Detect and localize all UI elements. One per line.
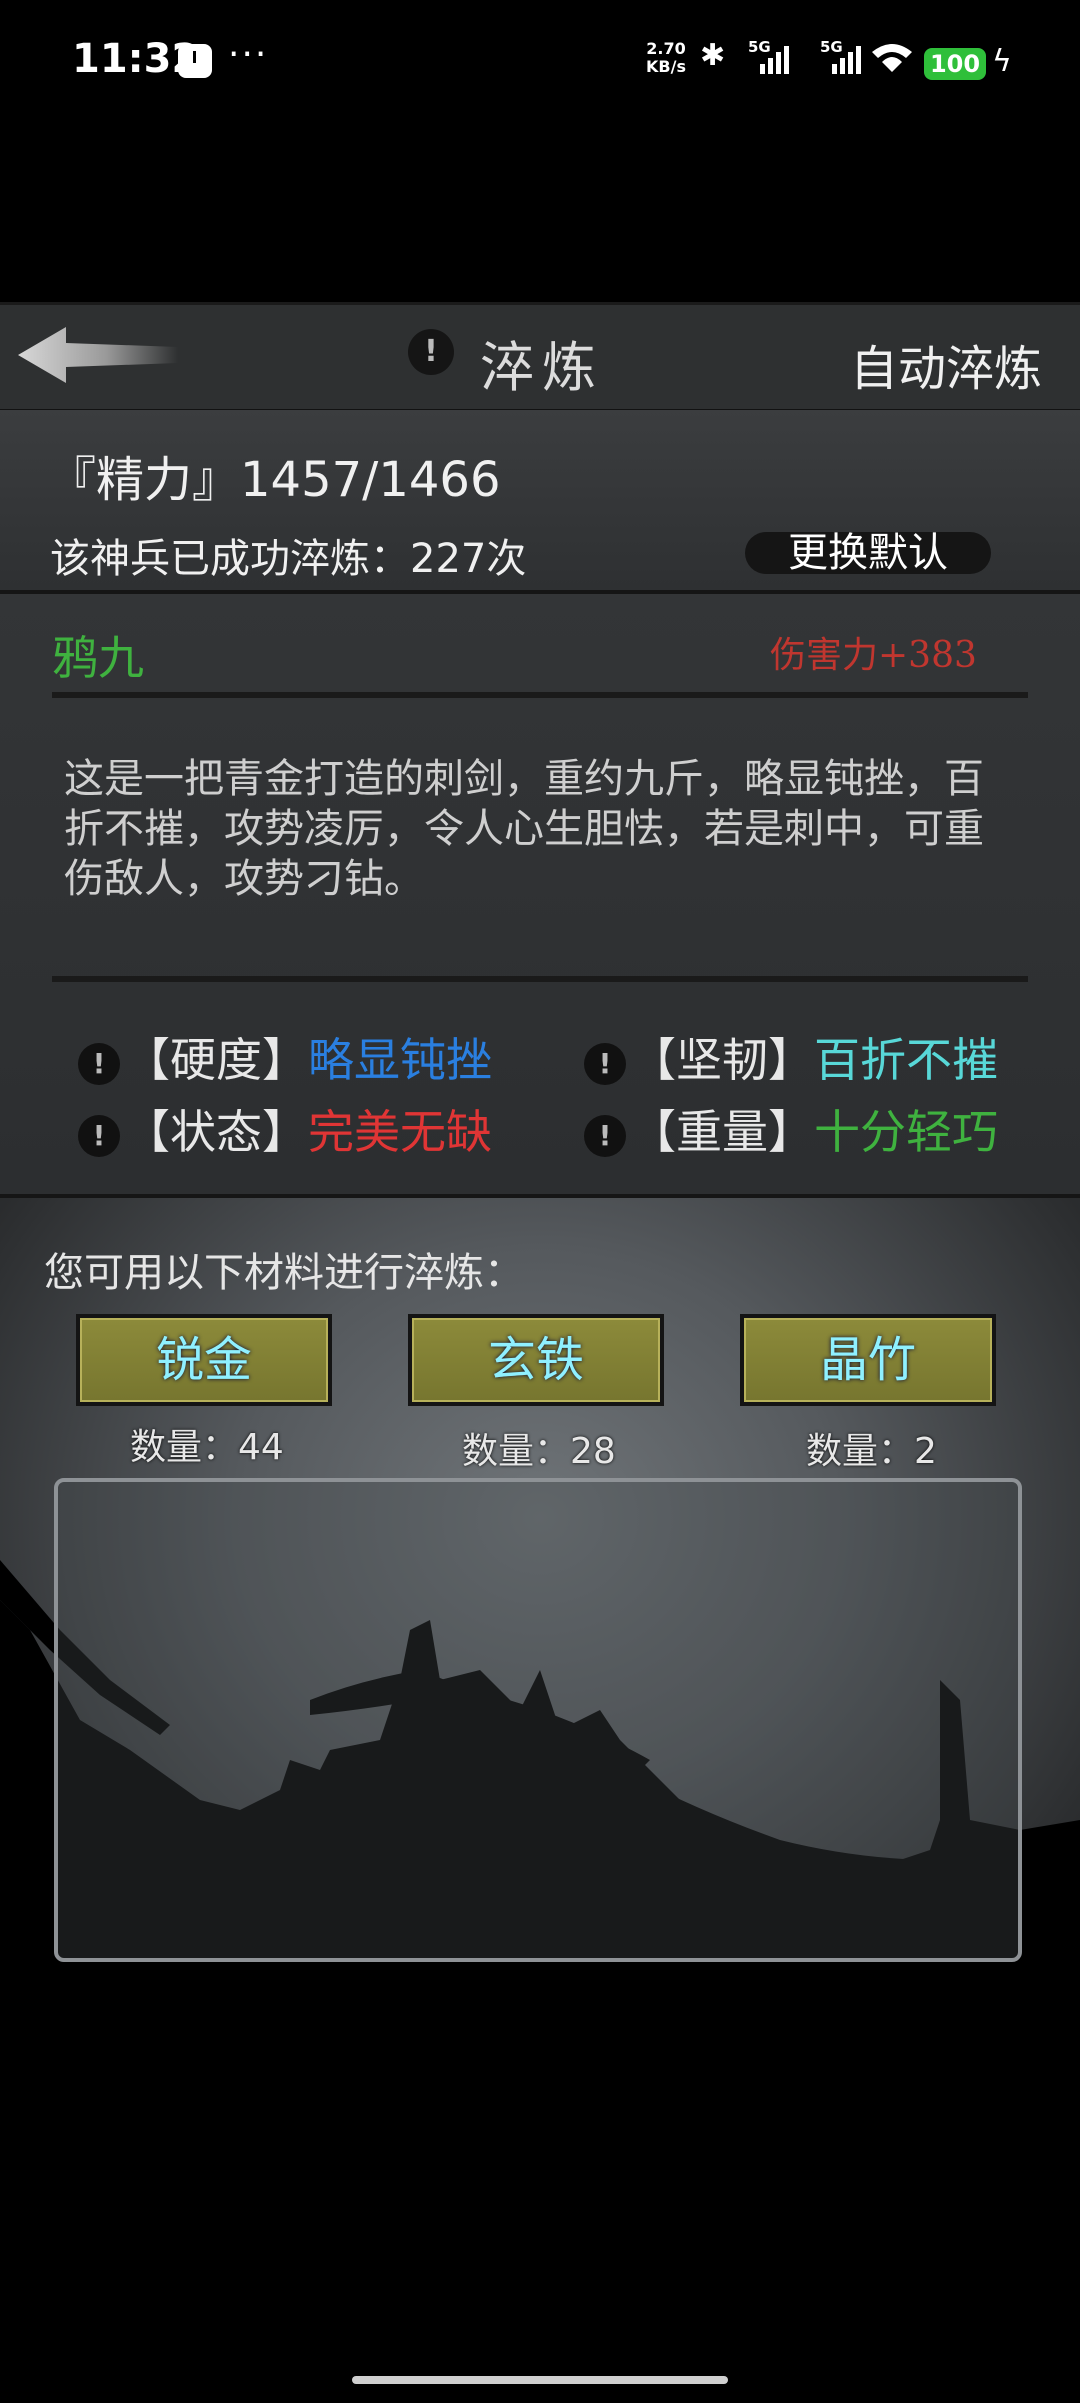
clock-icon: [178, 44, 212, 78]
top-bar: ! 淬炼 自动淬炼: [0, 302, 1080, 413]
change-default-button[interactable]: 更换默认: [745, 532, 991, 574]
signal-icon-2: 5G: [820, 38, 864, 74]
net-speed-value: 2.70: [646, 39, 686, 58]
property-state: ! 【状态】完美无缺: [78, 1096, 492, 1162]
weapon-panel: 鸦九 伤害力+383 这是一把青金打造的刺剑，重约九斤，略显钝挫，百折不摧，攻势…: [0, 594, 1080, 1198]
materials-prompt: 您可用以下材料进行淬炼：: [44, 1250, 524, 1296]
property-key: 【状态】: [124, 1105, 308, 1159]
info-icon[interactable]: !: [408, 329, 454, 375]
more-notifications-icon: ···: [228, 34, 269, 75]
property-weight: ! 【重量】十分轻巧: [584, 1096, 998, 1162]
property-value: 略显钝挫: [308, 1033, 492, 1087]
home-indicator[interactable]: [352, 2376, 728, 2384]
material-quantity: 数量：2: [806, 1431, 937, 1472]
property-hardness: ! 【硬度】略显钝挫: [78, 1024, 492, 1090]
wifi-icon: [870, 40, 914, 82]
refine-preview-box: [54, 1478, 1022, 1962]
weapon-description: 这是一把青金打造的刺剑，重约九斤，略显钝挫，百折不摧，攻势凌厉，令人心生胆怯，若…: [64, 756, 984, 902]
auto-refine-button[interactable]: 自动淬炼: [850, 329, 1042, 399]
energy-value: 『精力』1457/1466: [48, 452, 501, 508]
net-speed-unit: KB/s: [646, 57, 686, 76]
material-quantity: 数量：44: [130, 1427, 284, 1468]
property-key: 【坚韧】: [630, 1033, 814, 1087]
material-button-ruijin[interactable]: 锐金: [76, 1314, 332, 1406]
back-arrow-icon[interactable]: [18, 325, 178, 385]
divider: [52, 976, 1028, 982]
energy-panel: 『精力』1457/1466 该神兵已成功淬炼：227次 更换默认: [0, 410, 1080, 594]
material-label: 晶竹: [744, 1318, 992, 1402]
page-title: 淬炼: [480, 336, 604, 399]
signal-icon: 5G: [748, 38, 792, 74]
charging-icon: ϟ: [992, 44, 1012, 79]
property-toughness: ! 【坚韧】百折不摧: [584, 1024, 998, 1090]
info-icon[interactable]: !: [78, 1114, 120, 1157]
battery-icon: 100: [924, 48, 986, 80]
net-speed: 2.70 KB/s: [646, 40, 686, 76]
material-label: 锐金: [80, 1318, 328, 1402]
info-icon[interactable]: !: [584, 1042, 626, 1085]
weapon-name: 鸦九: [52, 631, 144, 685]
material-button-jingzhu[interactable]: 晶竹: [740, 1314, 996, 1406]
divider: [52, 692, 1028, 698]
weapon-damage: 伤害力+383: [770, 635, 977, 676]
info-icon[interactable]: !: [584, 1114, 626, 1157]
material-label: 玄铁: [412, 1318, 660, 1402]
material-quantity: 数量：28: [462, 1431, 616, 1472]
property-value: 十分轻巧: [814, 1105, 998, 1159]
material-button-xuantie[interactable]: 玄铁: [408, 1314, 664, 1406]
refine-count: 该神兵已成功淬炼：227次: [50, 536, 527, 582]
property-key: 【重量】: [630, 1105, 814, 1159]
status-bar: 11:32 ··· 2.70 KB/s ✱ 5G 5G 100 ϟ: [0, 0, 1080, 130]
info-icon[interactable]: !: [78, 1042, 120, 1085]
bluetooth-icon: ✱: [700, 38, 726, 73]
property-value: 百折不摧: [814, 1033, 998, 1087]
property-key: 【硬度】: [124, 1033, 308, 1087]
property-value: 完美无缺: [308, 1105, 492, 1159]
